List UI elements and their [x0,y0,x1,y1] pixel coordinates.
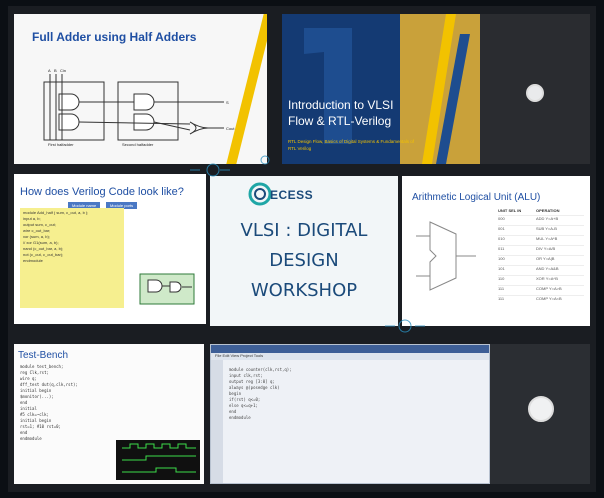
table-cell: AND Y=A&B [536,266,559,271]
editor-code-area[interactable]: module counter(clk,rst,q); input clk,rst… [229,367,479,421]
slide-verilog-code[interactable]: How does Verilog Code look like? Module … [14,174,206,324]
table-cell: 100 [498,256,505,261]
output-s-label: S [226,100,229,105]
second-halfadder-label: Second halfadder [122,142,154,147]
editor-sidebar [211,360,223,483]
testbench-code: module test_bench; reg Clk,rst; wire q; … [20,364,130,442]
output-cout-label: Cout [226,126,235,131]
table-cell: MUL Y=A*B [536,236,558,241]
slide-title: How does Verilog Code look like? [20,186,184,198]
first-halfadder-label: First halfadder [48,142,74,147]
table-cell: XOR Y=A^B [536,276,558,281]
gate-diagram [139,273,195,305]
editor-menubar[interactable]: File Edit View Project Tools [211,353,489,360]
table-cell: 111 [498,296,505,301]
table-cell: 000 [498,216,505,221]
table-cell: 011 [498,246,505,251]
table-cell: 001 [498,226,505,231]
table-cell: OR Y=A|B [536,256,555,261]
verilog-code-block: module Add_half ( sum, c_out, a, b ); in… [20,208,124,308]
table-cell: SUB Y=A-B [536,226,557,231]
participant-avatar [528,396,554,422]
table-cell: 110 [498,276,505,281]
table-cell: DIV Y=A/B [536,246,556,251]
participant-avatar [526,84,544,102]
slide-title: Arithmetic Logical Unit (ALU) [412,192,541,203]
workshop-title-line2: DESIGN [269,250,339,271]
table-cell: COMP Y=A>B [536,286,562,291]
participant-video-tile[interactable] [480,14,590,164]
table-cell: ADD Y=A+B [536,216,559,221]
alu-block-diagram [416,221,476,291]
ecess-logo-text: ECESS [270,188,314,202]
workshop-title-line3: WORKSHOP [250,280,358,301]
table-cell: 101 [498,266,505,271]
screen-share-editor[interactable]: File Edit View Project Tools module coun… [210,344,490,484]
table-cell: COMP Y=A<B [536,296,562,301]
editor-titlebar [211,345,489,353]
waveform-viewer [116,440,200,480]
input-b-label: B [54,68,57,73]
slide-full-adder[interactable]: Full Adder using Half Adders A B Cin Fir… [14,14,267,164]
code-line: endmodule [20,436,42,441]
participant-video-tile-2[interactable] [490,344,590,484]
code-line: endmodule [23,258,43,263]
intro-subtitle: RTL Design Flow, Basics of Digital Syste… [288,139,415,151]
alu-table: UNIT SEL IN OPERATION 000 ADD Y=A+B 001 SU… [498,208,584,305]
alu-col1-header: UNIT SEL IN [498,208,522,213]
intro-title-line2: Flow & RTL-Verilog [288,114,392,128]
ecess-logo-icon [248,182,272,206]
input-cin-label: Cin [60,68,67,73]
slide-workshop-title[interactable]: ECESS VLSI : DIGITAL DESIGN WORKSHOP [210,176,398,326]
slide-test-bench[interactable]: Test-Bench module test_bench; reg Clk,rs… [14,344,204,484]
table-cell: 111 [498,286,505,291]
slide-alu[interactable]: Arithmetic Logical Unit (ALU) UNIT SEL I… [402,176,590,326]
input-a-label: A [48,68,51,73]
table-cell: 010 [498,236,505,241]
slide-title: Test-Bench [18,350,69,361]
slide-intro-vlsi[interactable]: Introduction to VLSI Flow & RTL-Verilog … [282,14,590,164]
alu-col2-header: OPERATION [536,208,560,213]
workshop-title-line1: VLSI : DIGITAL [240,220,368,241]
code-line: endmodule [229,415,251,420]
intro-title-line1: Introduction to VLSI [288,98,394,112]
